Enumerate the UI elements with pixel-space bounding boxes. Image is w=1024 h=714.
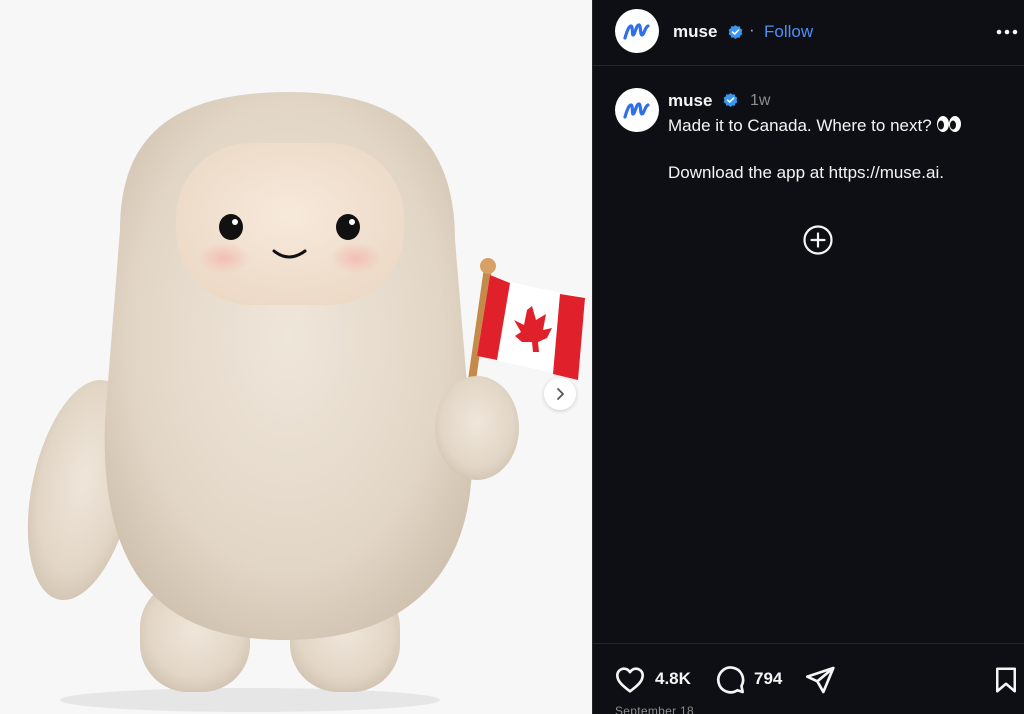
- header-username[interactable]: muse: [673, 22, 717, 42]
- separator-dot: ·: [749, 20, 755, 39]
- bookmark-icon[interactable]: [991, 664, 1021, 696]
- verified-badge-icon: [723, 93, 738, 107]
- caption-username[interactable]: muse: [668, 91, 712, 111]
- post-timestamp[interactable]: 1w: [750, 92, 770, 110]
- heart-icon[interactable]: [613, 664, 647, 696]
- mascot-image: [27, 92, 585, 712]
- add-circle-icon[interactable]: [802, 224, 834, 256]
- avatar[interactable]: [615, 9, 659, 53]
- post-side-panel: muse · Follow muse 1w Made it to Canada.…: [592, 0, 1024, 714]
- post-media[interactable]: [0, 0, 592, 714]
- caption-line-2: Download the app at https://muse.ai.: [668, 163, 944, 182]
- caption-avatar[interactable]: [615, 88, 659, 132]
- muse-logo-icon: [623, 102, 650, 119]
- canada-flag: [477, 275, 585, 380]
- follow-button[interactable]: Follow: [764, 22, 813, 42]
- like-count[interactable]: 4.8K: [655, 669, 691, 689]
- caption-text: Made it to Canada. Where to next?: [668, 115, 962, 137]
- eyes-emoji-icon: [936, 116, 961, 132]
- post-header: muse · Follow: [593, 0, 1024, 66]
- chevron-right-icon: [557, 388, 564, 400]
- next-image-button[interactable]: [544, 378, 576, 410]
- comment-count[interactable]: 794: [754, 669, 782, 689]
- comment-icon[interactable]: [713, 664, 747, 696]
- post-actions-bar: 4.8K 794 September 18: [593, 643, 1024, 714]
- share-icon[interactable]: [803, 664, 837, 696]
- more-options-icon[interactable]: [993, 18, 1021, 46]
- caption-line-1: Made it to Canada. Where to next?: [668, 116, 932, 135]
- post-date[interactable]: September 18: [615, 704, 694, 714]
- verified-badge-icon: [728, 25, 743, 39]
- muse-logo-icon: [623, 23, 650, 40]
